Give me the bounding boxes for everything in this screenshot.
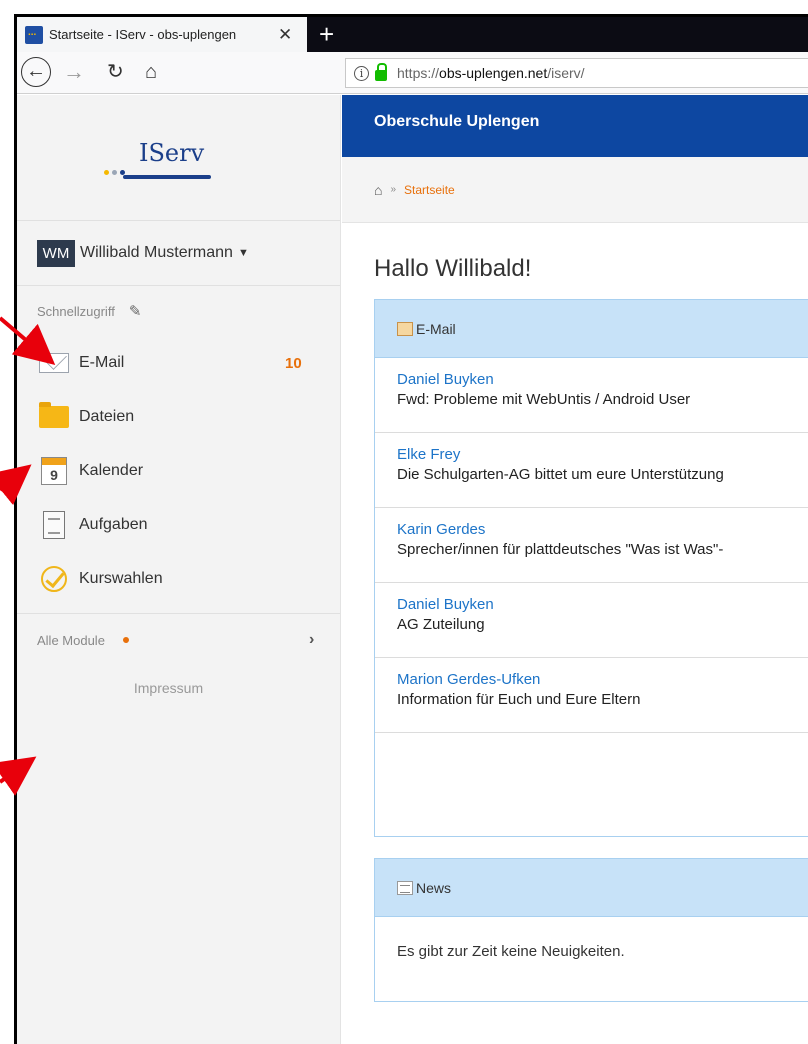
mail-sender[interactable]: Karin Gerdes: [397, 520, 808, 540]
mail-item[interactable]: Elke Frey Die Schulgarten-AG bittet um e…: [375, 433, 808, 508]
logo-text: IServ: [139, 139, 205, 167]
sidebar-item-label: Kurswahlen: [79, 570, 163, 587]
newspaper-icon: [397, 880, 413, 895]
news-panel-title: News: [416, 879, 452, 896]
school-name[interactable]: Oberschule Uplengen: [374, 113, 539, 131]
mail-subject: Sprecher/innen für plattdeutsches "Was i…: [397, 541, 724, 558]
sidebar-item-files[interactable]: Dateien: [17, 390, 340, 444]
avatar: WM: [37, 239, 75, 267]
url-path: /iserv/: [547, 65, 585, 81]
breadcrumb: ⌂ » Startseite: [342, 157, 808, 223]
browser-tab[interactable]: Startseite - IServ - obs-uplengen ✕: [17, 17, 307, 52]
mail-subject: Die Schulgarten-AG bittet um eure Unters…: [397, 466, 724, 483]
lock-icon: [375, 62, 387, 81]
folder-icon: [39, 402, 69, 430]
logo-dot-yellow: [104, 170, 109, 175]
mail-sender[interactable]: Daniel Buyken: [397, 595, 808, 615]
news-panel: News Es gibt zur Zeit keine Neuigkeiten.: [374, 858, 808, 1002]
mail-subject: Fwd: Probleme mit WebUntis / Android Use…: [397, 391, 691, 408]
caret-down-icon: ▼: [237, 247, 249, 259]
email-panel: E-Mail Daniel Buyken Fwd: Probleme mit W…: [374, 299, 808, 837]
url-scheme: https://: [397, 65, 440, 81]
mail-icon: [397, 321, 413, 336]
news-empty-message: Es gibt zur Zeit keine Neuigkeiten.: [397, 943, 625, 960]
breadcrumb-current[interactable]: Startseite: [404, 183, 455, 197]
sidebar-item-label: E-Mail: [79, 354, 125, 371]
forward-button[interactable]: →: [63, 58, 85, 86]
all-modules-link[interactable]: Alle Module ›: [17, 614, 340, 666]
sidebar-item-calendar[interactable]: 9 Kalender: [17, 444, 340, 498]
tab-title: Startseite - IServ - obs-uplengen: [49, 27, 237, 42]
home-button[interactable]: ⌂: [145, 58, 157, 86]
mail-item[interactable]: Karin Gerdes Sprecher/innen für plattdeu…: [375, 508, 808, 583]
sidebar: IServ WM Willibald Mustermann ▼ Schnellz…: [17, 95, 341, 1044]
breadcrumb-separator: »: [390, 184, 397, 195]
impressum-link[interactable]: Impressum: [17, 680, 340, 696]
all-modules-label: Alle Module: [37, 632, 105, 648]
sidebar-item-label: Kalender: [79, 462, 144, 479]
navigation-bar: ← → ↻ ⌂ i https://obs-uplengen.net/iserv…: [17, 52, 808, 94]
chevron-right-icon: ›: [309, 631, 315, 648]
tab-bar: Startseite - IServ - obs-uplengen ✕ +: [17, 17, 808, 52]
mail-subject: AG Zuteilung: [397, 616, 485, 633]
pencil-icon[interactable]: ✎: [129, 302, 142, 320]
calendar-icon: 9: [39, 457, 69, 485]
mail-sender[interactable]: Elke Frey: [397, 445, 808, 465]
email-panel-title: E-Mail: [416, 320, 456, 337]
logo-underline: [123, 175, 211, 179]
school-header: Oberschule Uplengen: [342, 95, 808, 157]
mail-item[interactable]: Daniel Buyken Fwd: Probleme mit WebUntis…: [375, 358, 808, 433]
page-title: Hallo Willibald!: [374, 255, 532, 282]
logo-dot-grey: [112, 170, 117, 175]
url-bar[interactable]: i https://obs-uplengen.net/iserv/: [345, 58, 808, 88]
iserv-favicon-icon: [25, 25, 43, 44]
notification-dot-icon: [122, 637, 129, 643]
home-icon[interactable]: ⌂: [374, 182, 382, 198]
reload-button[interactable]: ↻: [107, 58, 124, 86]
mail-sender[interactable]: Marion Gerdes-Ufken: [397, 670, 808, 690]
iserv-logo[interactable]: IServ: [17, 95, 340, 221]
sidebar-item-label: Dateien: [79, 408, 135, 425]
back-button[interactable]: ←: [21, 57, 51, 87]
unread-count-badge: 10: [285, 354, 302, 372]
sidebar-item-tasks[interactable]: Aufgaben: [17, 498, 340, 552]
user-name: Willibald Mustermann: [80, 244, 233, 261]
mail-item[interactable]: Daniel Buyken AG Zuteilung: [375, 583, 808, 658]
quick-access-label: Schnellzugriff: [37, 303, 115, 319]
mail-subject: Information für Euch und Eure Eltern: [397, 691, 641, 708]
user-menu[interactable]: WM Willibald Mustermann ▼: [17, 221, 340, 286]
checkmark-icon: [39, 566, 69, 592]
calendar-icon-day: 9: [50, 467, 58, 483]
sidebar-item-course-selection[interactable]: Kurswahlen: [17, 552, 340, 606]
sidebar-item-label: Aufgaben: [79, 516, 148, 533]
mail-sender[interactable]: Daniel Buyken: [397, 370, 808, 390]
logo-dots: [104, 170, 125, 175]
browser-window: Startseite - IServ - obs-uplengen ✕ + ← …: [14, 14, 808, 1044]
clipboard-icon: [39, 511, 69, 539]
new-tab-icon[interactable]: +: [319, 19, 334, 50]
sidebar-item-email[interactable]: E-Mail 10: [17, 336, 340, 390]
mail-item[interactable]: Marion Gerdes-Ufken Information für Euch…: [375, 658, 808, 733]
url-host: obs-uplengen.net: [439, 65, 548, 81]
info-icon[interactable]: i: [354, 65, 369, 81]
email-panel-header[interactable]: E-Mail: [375, 300, 808, 358]
envelope-icon: [39, 350, 69, 376]
quick-access-header: Schnellzugriff ✎: [17, 286, 340, 336]
close-tab-icon[interactable]: ✕: [278, 25, 292, 45]
news-panel-header[interactable]: News: [375, 859, 808, 917]
